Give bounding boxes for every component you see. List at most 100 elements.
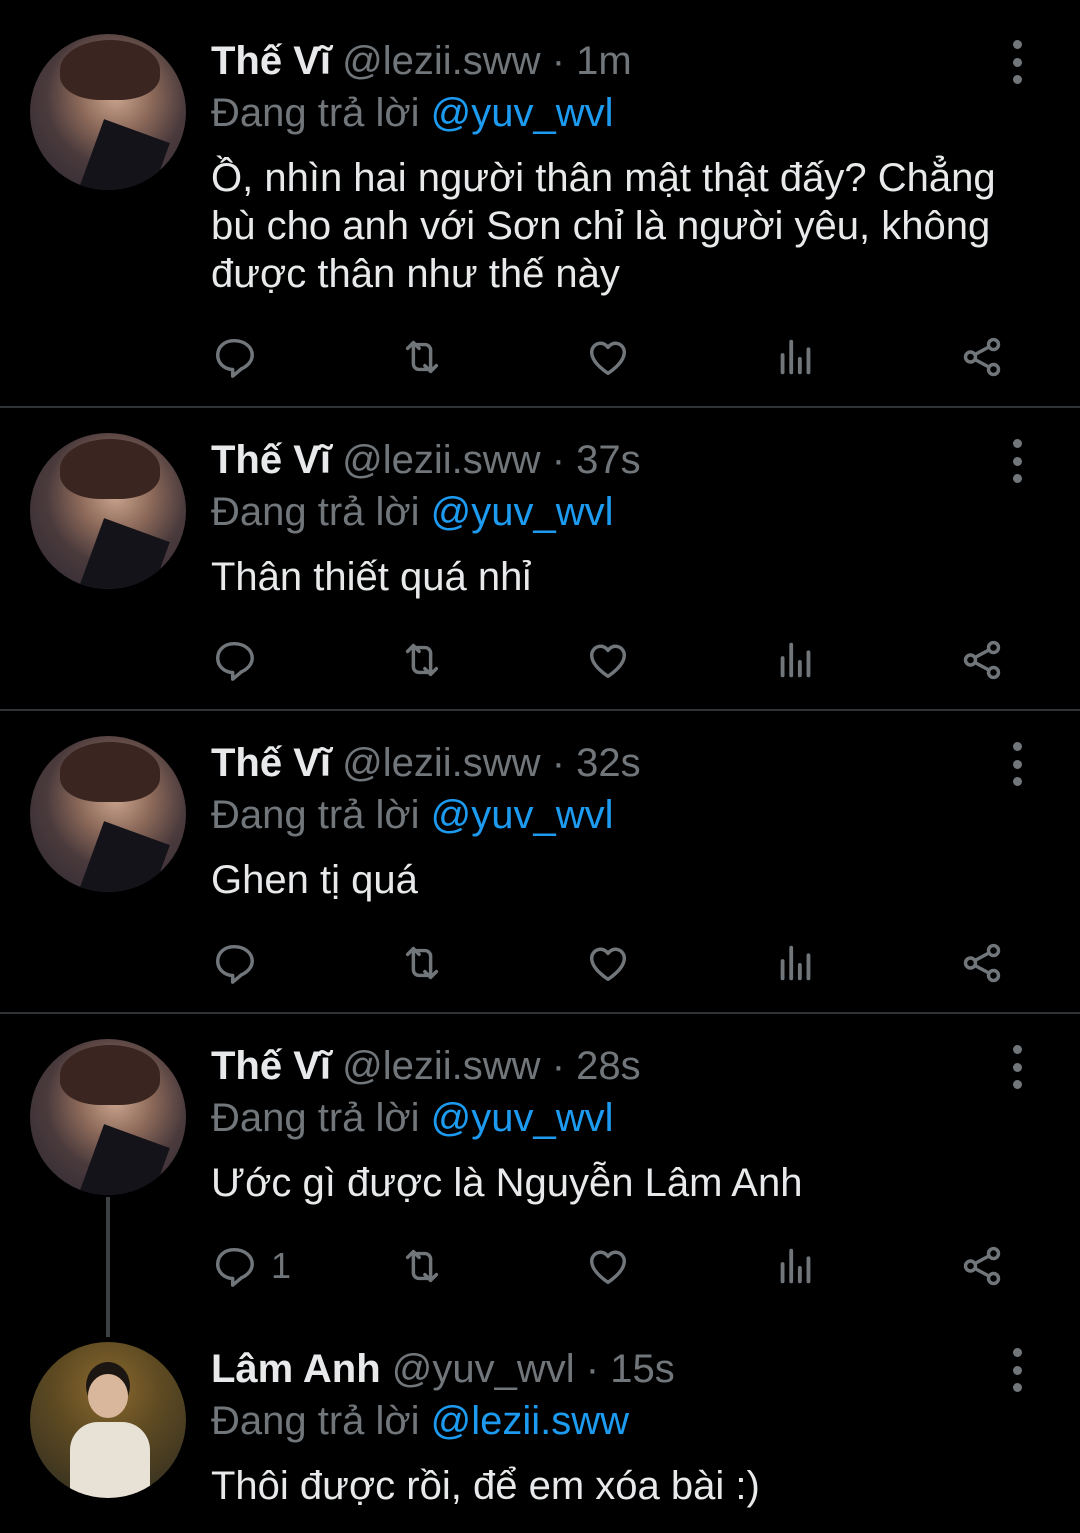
share-icon — [959, 940, 1005, 986]
divider — [0, 1012, 1080, 1014]
reply-count: 1 — [271, 1245, 292, 1286]
avatar[interactable] — [30, 34, 186, 190]
more-vertical-icon[interactable] — [1000, 1348, 1034, 1392]
handle[interactable]: @yuv_wvl — [392, 1347, 575, 1391]
display-name[interactable]: Thế Vĩ — [211, 438, 331, 482]
share-button[interactable] — [959, 939, 1005, 987]
tweet-text: Thôi được rồi, để em xóa bài :) — [211, 1464, 760, 1508]
retweet-button[interactable] — [399, 636, 445, 684]
more-vertical-icon[interactable] — [1000, 1045, 1034, 1089]
views-button[interactable] — [773, 636, 819, 684]
heart-icon — [585, 940, 631, 986]
heart-icon — [585, 637, 631, 683]
mention-link[interactable]: @yuv_wvl — [431, 91, 614, 135]
share-icon — [959, 1243, 1005, 1289]
tweet-header: Thế Vĩ @lezii.sww · 28s — [211, 1042, 641, 1090]
heart-icon — [585, 1243, 631, 1289]
action-bar: 1 — [211, 1242, 1021, 1290]
like-button[interactable] — [585, 939, 631, 987]
retweet-button[interactable] — [399, 939, 445, 987]
like-button[interactable] — [585, 333, 631, 381]
reply-prefix: Đang trả lời — [211, 91, 420, 135]
action-bar — [211, 939, 1021, 987]
retweet-button[interactable] — [399, 333, 445, 381]
reply-icon — [211, 334, 257, 380]
tweet-text: Ồ, nhìn hai người thân mật thật đấy? Chẳ… — [211, 156, 996, 296]
action-bar — [211, 636, 1021, 684]
timestamp[interactable]: 1m — [576, 39, 632, 83]
divider — [0, 709, 1080, 711]
mention-link[interactable]: @yuv_wvl — [431, 793, 614, 837]
separator: · — [551, 39, 566, 83]
handle[interactable]: @lezii.sww — [342, 741, 540, 785]
more-vertical-icon[interactable] — [1000, 742, 1034, 786]
reply-icon — [211, 940, 257, 986]
separator: · — [551, 1044, 566, 1088]
avatar[interactable] — [30, 736, 186, 892]
reply-button[interactable] — [211, 636, 271, 684]
mention-link[interactable]: @yuv_wvl — [431, 490, 614, 534]
display-name[interactable]: Thế Vĩ — [211, 741, 331, 785]
separator: · — [551, 438, 566, 482]
display-name[interactable]: Lâm Anh — [211, 1347, 381, 1391]
like-button[interactable] — [585, 636, 631, 684]
mention-link[interactable]: @lezii.sww — [431, 1399, 629, 1443]
separator: · — [585, 1347, 600, 1391]
handle[interactable]: @lezii.sww — [342, 438, 540, 482]
tweet-text: Thân thiết quá nhỉ — [211, 555, 532, 599]
display-name[interactable]: Thế Vĩ — [211, 1044, 331, 1088]
replying-to: Đang trả lời @yuv_wvl — [211, 1094, 614, 1142]
replying-to: Đang trả lời @yuv_wvl — [211, 488, 614, 536]
views-button[interactable] — [773, 333, 819, 381]
replying-to: Đang trả lời @lezii.sww — [211, 1397, 629, 1445]
mention-link[interactable]: @yuv_wvl — [431, 1096, 614, 1140]
tweet-header: Thế Vĩ @lezii.sww · 37s — [211, 436, 641, 484]
retweet-button[interactable] — [399, 1242, 445, 1290]
share-icon — [959, 637, 1005, 683]
share-button[interactable] — [959, 1242, 1005, 1290]
more-vertical-icon[interactable] — [1000, 40, 1034, 84]
retweet-icon — [399, 334, 445, 380]
timestamp[interactable]: 28s — [576, 1044, 641, 1088]
tweet-text: Ghen tị quá — [211, 858, 418, 902]
retweet-icon — [399, 940, 445, 986]
retweet-icon — [399, 637, 445, 683]
reply-prefix: Đang trả lời — [211, 793, 420, 837]
tweet-header: Thế Vĩ @lezii.sww · 32s — [211, 739, 641, 787]
analytics-icon — [773, 940, 819, 986]
heart-icon — [585, 334, 631, 380]
thread-connector — [106, 1197, 110, 1337]
share-icon — [959, 334, 1005, 380]
timestamp[interactable]: 32s — [576, 741, 641, 785]
reply-prefix: Đang trả lời — [211, 490, 420, 534]
like-button[interactable] — [585, 1242, 631, 1290]
action-bar — [211, 333, 1021, 381]
share-button[interactable] — [959, 636, 1005, 684]
analytics-icon — [773, 637, 819, 683]
avatar[interactable] — [30, 433, 186, 589]
display-name[interactable]: Thế Vĩ — [211, 39, 331, 83]
views-button[interactable] — [773, 1242, 819, 1290]
timestamp[interactable]: 37s — [576, 438, 641, 482]
reply-prefix: Đang trả lời — [211, 1399, 420, 1443]
retweet-icon — [399, 1243, 445, 1289]
views-button[interactable] — [773, 939, 819, 987]
reply-button[interactable] — [211, 333, 271, 381]
avatar[interactable] — [30, 1342, 186, 1498]
avatar[interactable] — [30, 1039, 186, 1195]
tweet-header: Thế Vĩ @lezii.sww · 1m — [211, 37, 632, 85]
reply-button[interactable]: 1 — [211, 1242, 291, 1290]
handle[interactable]: @lezii.sww — [342, 39, 540, 83]
share-button[interactable] — [959, 333, 1005, 381]
more-vertical-icon[interactable] — [1000, 439, 1034, 483]
separator: · — [551, 741, 566, 785]
replying-to: Đang trả lời @yuv_wvl — [211, 89, 614, 137]
reply-prefix: Đang trả lời — [211, 1096, 420, 1140]
reply-button[interactable] — [211, 939, 271, 987]
timestamp[interactable]: 15s — [610, 1347, 675, 1391]
reply-icon — [211, 1243, 257, 1289]
tweet-header: Lâm Anh @yuv_wvl · 15s — [211, 1345, 675, 1393]
tweet-text: Ước gì được là Nguyễn Lâm Anh — [211, 1161, 803, 1205]
handle[interactable]: @lezii.sww — [342, 1044, 540, 1088]
replying-to: Đang trả lời @yuv_wvl — [211, 791, 614, 839]
